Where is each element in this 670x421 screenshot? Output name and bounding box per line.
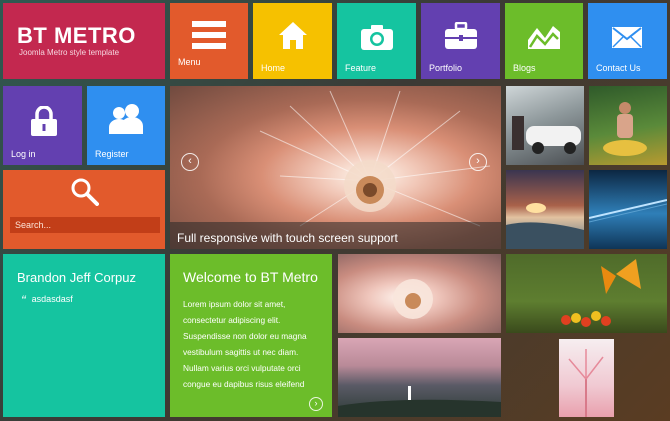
- chart-icon: [528, 26, 560, 49]
- gallery-thumb-bridge[interactable]: [589, 170, 667, 249]
- slider-prev-button[interactable]: ‹: [181, 153, 199, 171]
- welcome-tile: Welcome to BT Metro Lorem ipsum dolor si…: [170, 254, 332, 417]
- quote-icon: “: [21, 292, 26, 308]
- butterfly-image: [561, 259, 641, 327]
- image-slider[interactable]: ‹ › Full responsive with touch screen su…: [170, 86, 501, 249]
- nav-label-home: Home: [261, 63, 286, 73]
- brand-subtitle: Joomla Metro style template: [19, 48, 120, 57]
- menu-tile[interactable]: Menu: [170, 3, 248, 79]
- users-icon: [109, 104, 143, 134]
- sunset-image: [506, 203, 584, 249]
- dandelion-thumb-image: [393, 279, 433, 319]
- photo-flower[interactable]: [559, 339, 614, 417]
- yoga-image: [603, 102, 647, 156]
- car-image: [512, 116, 581, 154]
- gallery-thumb-sunset[interactable]: [506, 170, 584, 249]
- briefcase-icon: [445, 22, 477, 49]
- testimonial-tile: Brandon Jeff Corpuz “ asdasdasf: [3, 254, 165, 417]
- nav-tile-blogs[interactable]: Blogs: [505, 3, 583, 79]
- search-tile: [3, 170, 165, 249]
- gallery-thumb-car[interactable]: [506, 86, 584, 165]
- lock-icon: [31, 106, 57, 136]
- nav-label-feature: Feature: [345, 63, 377, 73]
- brand-title: BT METRO: [17, 23, 136, 48]
- login-tile[interactable]: Log in: [3, 86, 82, 165]
- nav-tile-contact[interactable]: Contact Us: [588, 3, 667, 79]
- nav-label-blogs: Blogs: [513, 63, 536, 73]
- bridge-image: [589, 199, 667, 223]
- read-more-button[interactable]: ›: [309, 397, 323, 411]
- photo-butterfly[interactable]: [506, 254, 667, 333]
- flower-image: [568, 349, 604, 417]
- menu-label: Menu: [178, 57, 201, 67]
- welcome-title: Welcome to BT Metro: [183, 269, 318, 285]
- magnifier-icon[interactable]: [71, 178, 99, 206]
- brand-tile[interactable]: BT METRO Joomla Metro style template: [3, 3, 165, 79]
- nav-label-contact: Contact Us: [596, 63, 641, 73]
- hamburger-icon: [192, 21, 226, 49]
- author-quote: asdasdasf: [31, 294, 73, 304]
- nav-label-portfolio: Portfolio: [429, 63, 463, 73]
- slider-caption-bar: Full responsive with touch screen suppor…: [170, 222, 501, 249]
- login-label: Log in: [11, 149, 36, 159]
- register-tile[interactable]: Register: [87, 86, 165, 165]
- nav-tile-home[interactable]: Home: [253, 3, 332, 79]
- search-input[interactable]: [10, 217, 160, 233]
- nav-tile-feature[interactable]: Feature: [337, 3, 416, 79]
- register-label: Register: [95, 149, 129, 159]
- house-icon: [279, 22, 307, 49]
- photo-dandelion[interactable]: [338, 254, 501, 333]
- gallery-thumb-yoga[interactable]: [589, 86, 667, 165]
- author-name: Brandon Jeff Corpuz: [17, 270, 136, 285]
- lighthouse-image: [338, 386, 501, 417]
- envelope-icon: [612, 27, 642, 48]
- slider-caption: Full responsive with touch screen suppor…: [177, 231, 398, 245]
- author-quote-line: “ asdasdasf: [21, 292, 73, 308]
- slider-next-button[interactable]: ›: [469, 153, 487, 171]
- camera-icon: [361, 25, 393, 50]
- photo-lighthouse[interactable]: [338, 338, 501, 417]
- welcome-body: Lorem ipsum dolor sit amet, consectetur …: [183, 299, 307, 389]
- nav-tile-portfolio[interactable]: Portfolio: [421, 3, 500, 79]
